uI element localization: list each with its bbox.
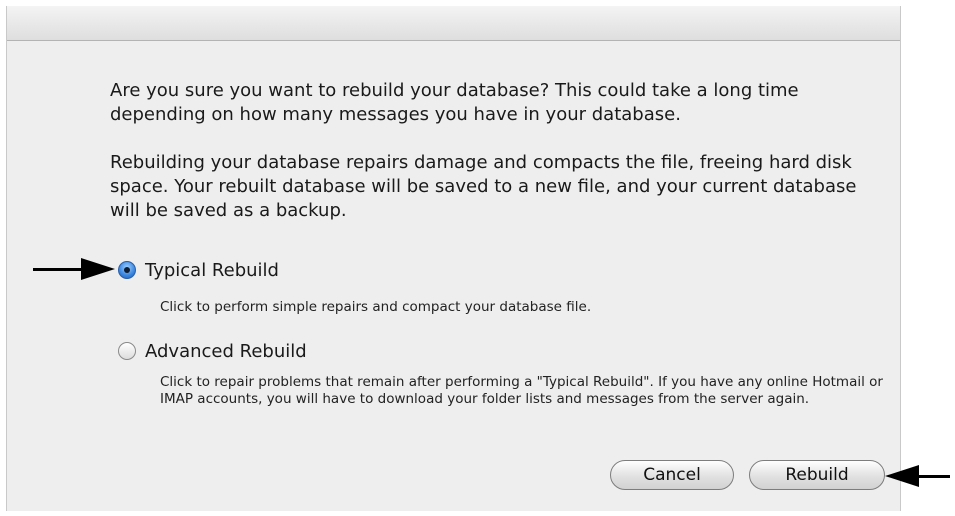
typical-rebuild-description: Click to perform simple repairs and comp…	[160, 299, 592, 315]
confirmation-message: Are you sure you want to rebuild your da…	[110, 80, 799, 125]
advanced-rebuild-option[interactable]: Advanced Rebuild	[118, 338, 307, 364]
rebuild-button[interactable]: Rebuild	[749, 460, 885, 490]
arrow-shaft	[33, 268, 83, 271]
arrow-head	[885, 465, 919, 487]
arrow-head	[81, 258, 115, 280]
typical-rebuild-option[interactable]: Typical Rebuild	[118, 257, 279, 283]
advanced-rebuild-label: Advanced Rebuild	[145, 340, 307, 362]
arrow-shaft	[917, 475, 950, 478]
dialog-title-bar	[7, 6, 900, 41]
typical-rebuild-label: Typical Rebuild	[145, 259, 279, 281]
advanced-rebuild-radio[interactable]	[118, 342, 136, 360]
typical-rebuild-radio[interactable]	[118, 261, 136, 279]
rebuild-explanation: Rebuilding your database repairs damage …	[110, 152, 857, 221]
advanced-rebuild-description: Click to repair problems that remain aft…	[160, 374, 883, 407]
cancel-button[interactable]: Cancel	[610, 460, 734, 490]
